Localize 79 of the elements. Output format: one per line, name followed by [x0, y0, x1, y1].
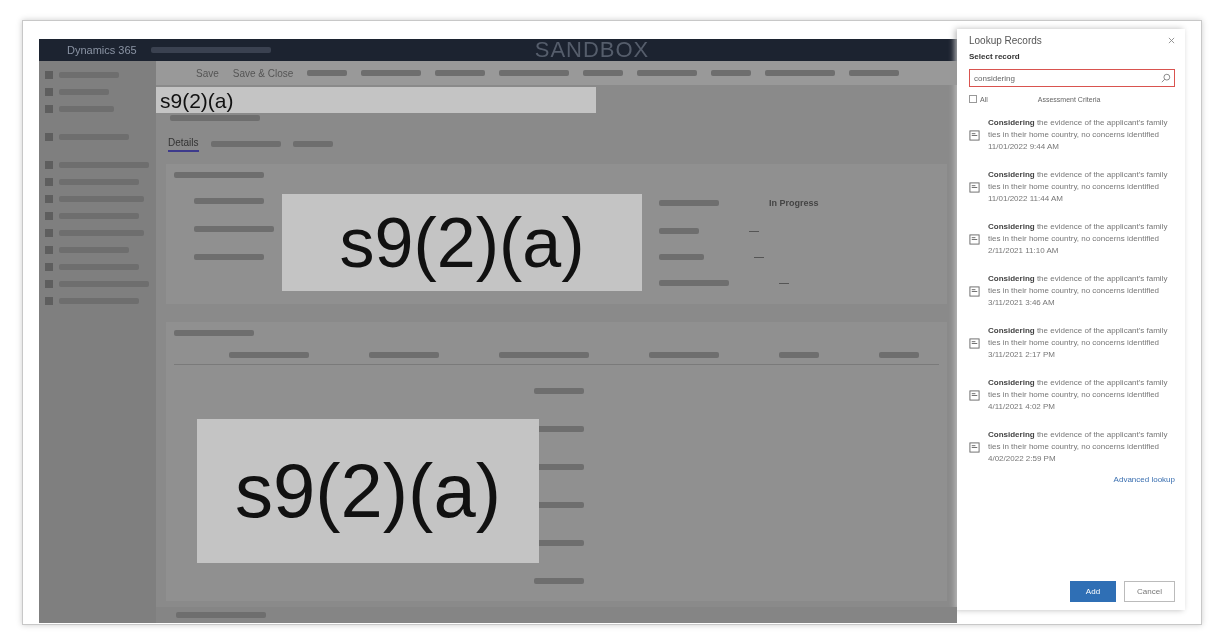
nav-icon	[45, 133, 53, 141]
tab[interactable]: Details	[168, 135, 199, 152]
blurred-text	[659, 280, 729, 286]
record-date: 4/11/2021 4:02 PM	[988, 401, 1056, 413]
blurred-text	[194, 254, 264, 260]
nav-icon	[45, 246, 53, 254]
blurred-text	[361, 70, 422, 76]
blurred-text	[292, 140, 333, 147]
blurred-text	[534, 578, 584, 584]
nav-icon	[45, 212, 53, 220]
blurred-text	[194, 198, 264, 204]
record-date: 3/11/2021 3:46 AM	[988, 297, 1056, 309]
record-text: Considering the evidence of the applicant's family ties in their home country, no concerns identified	[988, 221, 1169, 245]
nav-icon	[45, 161, 53, 169]
blurred-text	[210, 140, 281, 147]
blurred-text	[659, 228, 699, 234]
record-icon	[969, 129, 980, 141]
environment-label: SANDBOX	[534, 37, 650, 63]
record-date: 11/01/2022 9:44 AM	[988, 141, 1061, 153]
search-icon	[1161, 73, 1171, 83]
record-date: 11/01/2022 11:44 AM	[988, 193, 1064, 205]
blurred-text	[711, 70, 752, 76]
record-item[interactable]: Considering the evidence of the applicant's family ties in their home country, no concerns identified 4/02/2022 2:59 PM	[969, 429, 1175, 465]
panel-subtitle: Select record	[969, 52, 1021, 61]
record-item[interactable]: Considering the evidence of the applicant's family ties in their home country, no concerns identified 11/01/2022 11:44 AM	[969, 169, 1175, 205]
record-icon	[969, 441, 980, 453]
record-text: Considering the evidence of the applicant's family ties in their home country, no concerns identified	[988, 273, 1169, 297]
app-name: Dynamics 365	[67, 44, 137, 56]
record-item[interactable]: Considering the evidence of the applicant's family ties in their home country, no concerns identified 3/11/2021 2:17 PM	[969, 325, 1175, 361]
close-icon[interactable]	[1168, 37, 1175, 44]
nav-icon	[45, 280, 53, 288]
record-icon	[969, 389, 980, 401]
blurred-text	[879, 352, 919, 358]
blurred-text	[649, 352, 719, 358]
record-item[interactable]: Considering the evidence of the applicant's family ties in their home country, no concerns identified 11/01/2022 9:44 AM	[969, 117, 1175, 153]
blurred-text	[765, 70, 836, 76]
nav-icon	[45, 229, 53, 237]
record-text: Considering the evidence of the applicant's family ties in their home country, no concerns identified	[988, 117, 1169, 141]
blurred-text	[779, 352, 819, 358]
blurred-text	[849, 70, 900, 76]
blurred-text	[499, 70, 570, 76]
nav-icon	[45, 263, 53, 271]
record-text: Considering the evidence of the applicant's family ties in their home country, no concerns identified	[988, 429, 1169, 453]
blurred-text	[435, 70, 486, 76]
redaction-label: s9(2)(a)	[156, 87, 596, 113]
nav-icon	[45, 297, 53, 305]
record-icon	[969, 285, 980, 297]
cancel-button[interactable]: Cancel	[1124, 581, 1175, 602]
nav-icon	[45, 88, 53, 96]
nav-icon	[45, 195, 53, 203]
record-date: 3/11/2021 2:17 PM	[988, 349, 1056, 361]
blurred-text	[307, 70, 348, 76]
blurred-text	[534, 388, 584, 394]
record-icon	[969, 233, 980, 245]
advanced-lookup-link[interactable]: Advanced lookup	[1113, 475, 1175, 484]
nav-icon	[45, 71, 53, 79]
record-text: Considering the evidence of the applicant's family ties in their home country, no concerns identified	[988, 325, 1169, 349]
add-button[interactable]: Add	[1069, 581, 1117, 602]
redaction-label: s9(2)(a)	[197, 419, 539, 563]
blurred-text	[583, 70, 624, 76]
record-item[interactable]: Considering the evidence of the applicant's family ties in their home country, no concerns identified 3/11/2021 3:46 AM	[969, 273, 1175, 309]
blurred-text	[369, 352, 439, 358]
blurred-text	[637, 70, 698, 76]
redaction-label: s9(2)(a)	[282, 194, 642, 291]
record-icon	[969, 337, 980, 349]
record-icon	[969, 181, 980, 193]
status-value: In Progress	[769, 198, 819, 208]
nav-icon	[45, 178, 53, 186]
record-text: Considering the evidence of the applicant's family ties in their home country, no concerns identified	[988, 169, 1169, 193]
nav-icon	[45, 105, 53, 113]
record-item[interactable]: Considering the evidence of the applicant's family ties in their home country, no concerns identified 4/11/2021 4:02 PM	[969, 377, 1175, 413]
blurred-text	[659, 254, 704, 260]
blurred-text	[659, 200, 719, 206]
record-text: Considering the evidence of the applicant's family ties in their home country, no concerns identified	[988, 377, 1169, 401]
record-date: 4/02/2022 2:59 PM	[988, 453, 1057, 465]
panel-title: Lookup Records	[969, 35, 1042, 46]
record-item[interactable]: Considering the evidence of the applicant's family ties in their home country, no concerns identified 2/11/2021 11:10 AM	[969, 221, 1175, 257]
record-date: 2/11/2021 11:10 AM	[988, 245, 1060, 257]
search-field[interactable]: considering	[969, 69, 1175, 87]
